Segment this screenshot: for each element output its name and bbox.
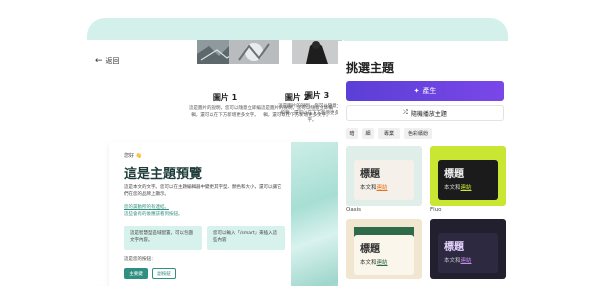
card-desc-3: 這是圖片的說明，您可以隨意立即編輯，還可以在下方新增更多文字。 <box>278 104 346 123</box>
theme-body-text: 本文和連結 <box>444 185 472 191</box>
preview-greeting: 您好 👋 <box>124 153 142 159</box>
shuffle-theme-button[interactable]: ⤮ 隨機播放主題 <box>346 105 504 121</box>
filter-thin[interactable]: 細 <box>362 128 374 139</box>
card-desc-1: 這是圖片的說明，您可以隨意立即編輯，還可以在下方新增更多文字。 <box>189 106 261 118</box>
preview-body: 這是本文的文字。您可以在主題編輯器中變更其字型、顏色和大小，還可以讓它們在您的品… <box>124 185 282 197</box>
sparkle-icon: ✦ <box>413 87 420 95</box>
primary-button[interactable]: 主要鍵 <box>124 268 148 279</box>
theme-card-4[interactable]: 標題 本文和連結 <box>430 219 506 279</box>
callout-box-1: 這是智慧型區域配置，可以包圍文字內容。 <box>124 226 202 250</box>
theme-name-oasis: Oasis <box>346 207 361 213</box>
shuffle-icon: ⤮ <box>403 109 408 116</box>
arrow-left-icon: ← <box>95 55 103 66</box>
theme-body-text: 本文和連結 <box>360 185 388 191</box>
preview-link-2[interactable]: 這些會有的後應該看到按鈕。 <box>124 211 284 218</box>
preview-title: 這是主題預覽 <box>124 167 203 182</box>
filter-dark[interactable]: 暗 <box>346 128 358 139</box>
theme-picker-panel: 挑選主題 ✦ 產生 ⤮ 隨機播放主題 暗 細 專業 色彩繽紛 標題 本文和連結 … <box>338 41 508 286</box>
back-label: 返回 <box>105 57 120 65</box>
theme-body-text: 本文和連結 <box>444 258 472 264</box>
theme-card-oasis[interactable]: 標題 本文和連結 <box>346 146 422 206</box>
theme-title: 標題 <box>444 242 464 253</box>
theme-card-3[interactable]: 標題 本文和連結 <box>346 219 422 279</box>
theme-title: 標題 <box>444 169 464 180</box>
generate-label: 產生 <box>422 87 437 95</box>
callout-box-2: 您可以輸入「/smart」來插入這些內容 <box>207 226 285 250</box>
image-thumbnail-2[interactable] <box>229 40 279 64</box>
filter-professional[interactable]: 專業 <box>378 128 400 139</box>
generate-button[interactable]: ✦ 產生 <box>346 81 504 101</box>
filter-colorful[interactable]: 色彩繽紛 <box>404 128 432 139</box>
back-button[interactable]: ← 返回 <box>95 56 120 66</box>
card-title-1: 圖片 1 <box>212 93 238 102</box>
secondary-button[interactable]: 副按鈕 <box>152 268 176 279</box>
theme-title: 標題 <box>360 169 380 180</box>
preview-link-1[interactable]: 您的黨動所的有連結。 <box>124 204 284 211</box>
theme-name-fluo: Fluo <box>430 207 442 213</box>
preview-links: 您的黨動所的有連結。 這些會有的後應該看到按鈕。 <box>124 204 284 218</box>
shuffle-label: 隨機播放主題 <box>410 110 447 118</box>
image-thumbnail-3[interactable] <box>292 40 342 64</box>
theme-title: 標題 <box>360 244 380 255</box>
panel-title: 挑選主題 <box>346 61 395 75</box>
theme-card-fluo[interactable]: 標題 本文和連結 <box>430 146 506 206</box>
theme-body-text: 本文和連結 <box>360 260 388 266</box>
buttons-label: 這是您的按鈕： <box>124 257 156 262</box>
